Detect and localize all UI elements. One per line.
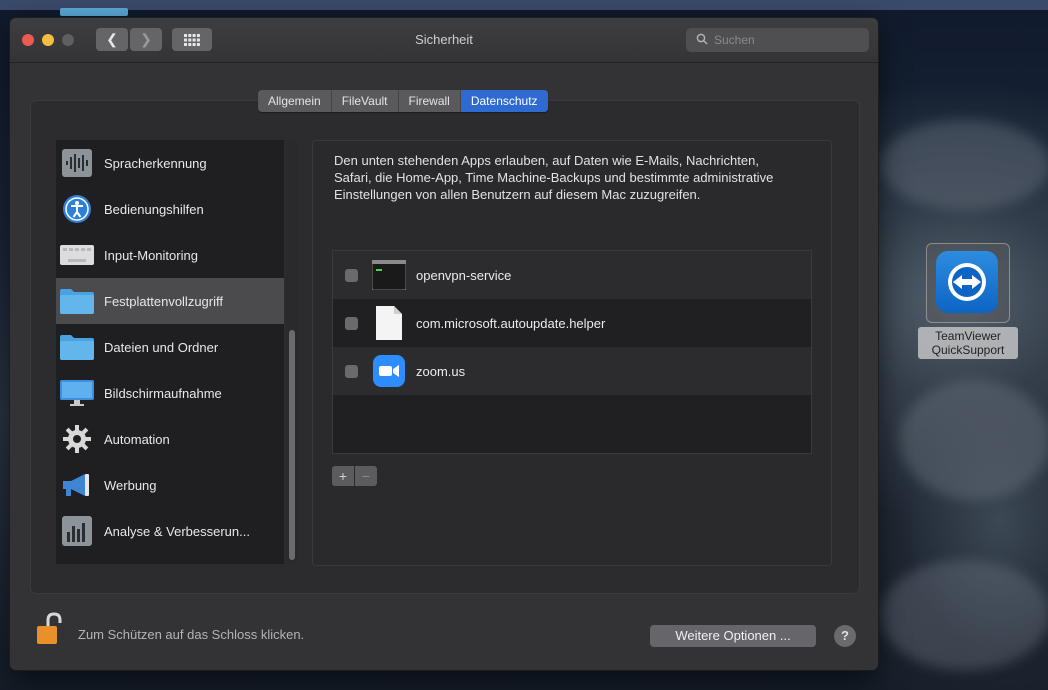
app-name: openvpn-service (416, 267, 512, 283)
document-icon (372, 306, 406, 340)
more-options-button[interactable]: Weitere Optionen ... (650, 625, 816, 647)
tab-datenschutz[interactable]: Datenschutz (460, 90, 548, 112)
folder-icon (60, 286, 94, 316)
category-item-analyse[interactable]: Analyse & Verbesserun... (56, 508, 284, 554)
app-row-autoupdate[interactable]: com.microsoft.autoupdate.helper (333, 299, 811, 347)
category-label: Analyse & Verbesserun... (104, 523, 250, 539)
lock-hint-text: Zum Schützen auf das Schloss klicken. (78, 627, 305, 642)
category-item-bedienungshilfen[interactable]: Bedienungshilfen (56, 186, 284, 232)
desktop-folder-icon[interactable] (60, 8, 128, 16)
tab-filevault[interactable]: FileVault (332, 90, 399, 112)
mountain-ridge (900, 380, 1048, 500)
category-item-dateien-und-ordner[interactable]: Dateien und Ordner (56, 324, 284, 370)
category-item-bildschirmaufnahme[interactable]: Bildschirmaufnahme (56, 370, 284, 416)
icon-label-line2: QuickSupport (931, 343, 1005, 357)
title-bar: ❮ ❯ Sicherheit (10, 18, 878, 63)
accessibility-icon (60, 194, 94, 224)
category-label: Dateien und Ordner (104, 339, 219, 355)
category-list-scroll-thumb[interactable] (289, 330, 295, 560)
display-icon (60, 378, 94, 408)
category-label: Automation (104, 431, 170, 447)
privacy-category-list[interactable]: Spracherkennung Bedienungshilfen Input-M… (56, 140, 284, 564)
keyboard-icon (60, 240, 94, 270)
app-checkbox[interactable] (345, 316, 358, 330)
megaphone-icon (60, 470, 94, 500)
bar-chart-icon (60, 516, 94, 546)
tab-bar: Allgemein FileVault Firewall Datenschutz (258, 90, 548, 112)
mountain-ridge (880, 120, 1048, 210)
search-icon (696, 33, 708, 48)
teamviewer-icon (936, 251, 998, 313)
search-input[interactable] (712, 32, 866, 48)
mountain-ridge (880, 560, 1048, 670)
teamviewer-icon-label: TeamViewer QuickSupport (918, 327, 1018, 359)
app-name: zoom.us (416, 363, 466, 379)
category-label: Bildschirmaufnahme (104, 385, 222, 401)
waveform-icon (60, 148, 94, 178)
category-label: Input-Monitoring (104, 247, 198, 263)
icon-label-line1: TeamViewer (935, 329, 1001, 343)
terminal-icon (372, 258, 406, 292)
app-list[interactable]: openvpn-service com.microsoft.autoupdate… (332, 250, 812, 454)
search-field[interactable] (686, 28, 869, 52)
desktop-top-strip (0, 0, 1048, 10)
tab-firewall[interactable]: Firewall (399, 90, 461, 112)
category-label: Spracherkennung (104, 155, 207, 171)
app-name: com.microsoft.autoupdate.helper (416, 315, 606, 331)
category-label: Werbung (104, 477, 157, 493)
help-button[interactable]: ? (834, 625, 856, 647)
category-label: Bedienungshilfen (104, 201, 204, 217)
app-row-openvpn[interactable]: openvpn-service (333, 251, 811, 299)
app-row-zoom[interactable]: zoom.us (333, 347, 811, 395)
teamviewer-desktop-icon[interactable]: TeamViewer QuickSupport (918, 243, 1018, 363)
category-item-input-monitoring[interactable]: Input-Monitoring (56, 232, 284, 278)
category-item-spracherkennung[interactable]: Spracherkennung (56, 140, 284, 186)
lock-icon[interactable] (36, 612, 62, 646)
add-app-button[interactable]: + (332, 466, 354, 486)
category-item-werbung[interactable]: Werbung (56, 462, 284, 508)
category-label: Festplattenvollzugriff (104, 293, 223, 309)
tab-allgemein[interactable]: Allgemein (258, 90, 332, 112)
app-checkbox[interactable] (345, 268, 358, 282)
remove-app-button[interactable]: − (355, 466, 377, 486)
privacy-description: Den unten stehenden Apps erlauben, auf D… (334, 153, 774, 202)
zoom-icon (372, 354, 406, 388)
folder-icon (60, 332, 94, 362)
system-preferences-window: ❮ ❯ Sicherheit Allgemein FileVault Fi (10, 18, 878, 670)
category-item-festplattenvollzugriff[interactable]: Festplattenvollzugriff (56, 278, 284, 324)
category-item-automation[interactable]: Automation (56, 416, 284, 462)
app-checkbox[interactable] (345, 364, 358, 378)
gear-icon (60, 424, 94, 454)
